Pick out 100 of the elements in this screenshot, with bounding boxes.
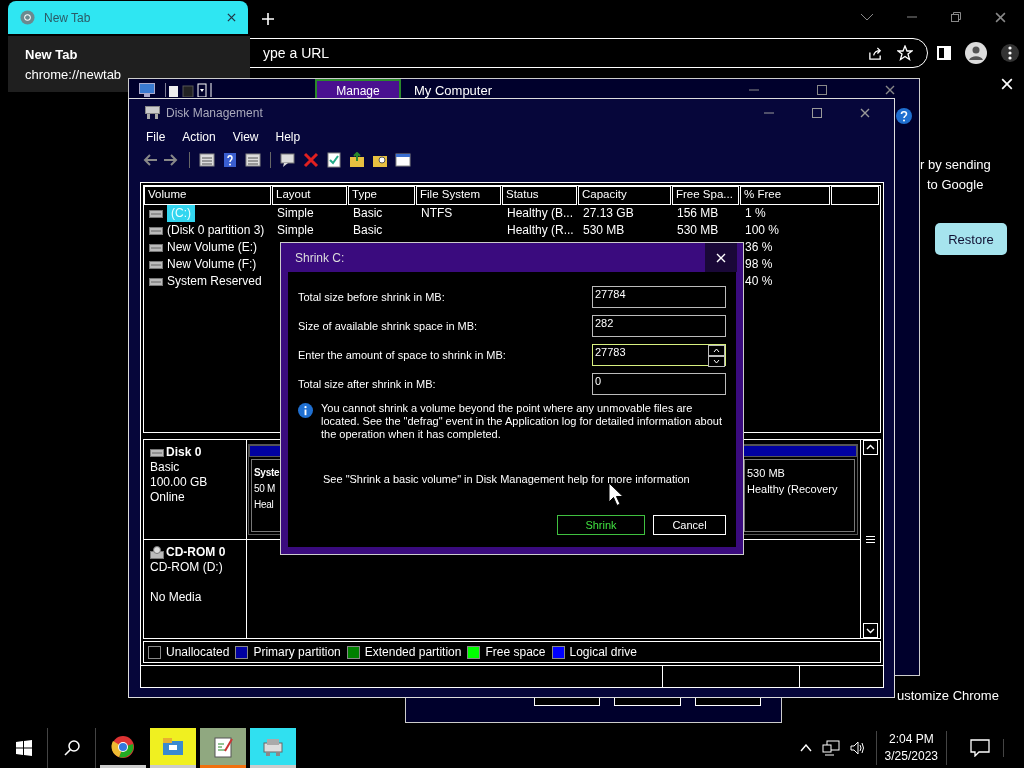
- maximize-icon[interactable]: [817, 85, 827, 95]
- notification-icon[interactable]: [970, 739, 990, 757]
- close-button[interactable]: [705, 243, 737, 272]
- chrome-icon[interactable]: [111, 734, 135, 759]
- column-header[interactable]: Status: [502, 186, 577, 205]
- notepad-icon[interactable]: [211, 734, 235, 759]
- chevron-up-icon[interactable]: [799, 744, 812, 752]
- list-icon[interactable]: [245, 152, 261, 168]
- drive-name[interactable]: (Disk 0 partition 3): [167, 222, 265, 239]
- partition-info: 50 M: [254, 481, 276, 496]
- disk-status: Online: [150, 489, 186, 505]
- list-icon[interactable]: [199, 152, 215, 168]
- customize-link[interactable]: ustomize Chrome: [897, 688, 999, 703]
- share-icon[interactable]: [868, 45, 883, 61]
- column-header[interactable]: % Free: [740, 186, 830, 205]
- dialog-button[interactable]: Shrink: [557, 515, 645, 535]
- time-text: 2:04 PM: [887, 731, 935, 748]
- column-header[interactable]: File System: [416, 186, 501, 205]
- drive-name[interactable]: New Volume (F:): [167, 256, 257, 273]
- menu-icon[interactable]: [1001, 44, 1019, 62]
- dialog-button[interactable]: [614, 697, 681, 706]
- close-icon[interactable]: [995, 11, 1006, 23]
- partition[interactable]: 530 MB Healthy (Recovery: [741, 443, 858, 535]
- input-field[interactable]: 0: [592, 372, 726, 395]
- chevron-down-icon[interactable]: [861, 13, 873, 21]
- drive-icon: [149, 260, 163, 269]
- table-cell-text: Simple: [276, 205, 315, 222]
- scroll-up-icon[interactable]: [863, 439, 878, 455]
- folder-icon[interactable]: [349, 152, 365, 168]
- table-cell-text: 36 %: [744, 239, 774, 256]
- field-label: Size of available shrink space in MB:: [298, 319, 479, 332]
- table-cell-text: 100 %: [744, 222, 781, 239]
- input-field[interactable]: 282: [592, 314, 726, 337]
- speaker-icon[interactable]: [849, 740, 866, 756]
- date-text: 3/25/2023: [884, 748, 938, 765]
- close-icon[interactable]: [860, 107, 870, 118]
- dialog-button[interactable]: Cancel: [653, 515, 726, 535]
- network-icon[interactable]: [821, 740, 840, 756]
- column-header[interactable]: Volume: [144, 186, 271, 205]
- table-cell-text: Basic: [352, 222, 384, 239]
- field-label: Total size after shrink in MB:: [298, 377, 437, 390]
- windows-logo-icon[interactable]: [15, 740, 32, 756]
- star-icon[interactable]: [897, 45, 913, 61]
- column-header[interactable]: [831, 186, 879, 205]
- table-cell-text: 156 MB: [676, 205, 720, 222]
- delete-icon[interactable]: [303, 152, 319, 168]
- partition-info: Syste: [254, 465, 280, 480]
- chrome-logo-icon: [20, 10, 35, 25]
- disk-management-icon: [145, 106, 160, 119]
- check-icon[interactable]: [326, 152, 342, 168]
- column-header[interactable]: Free Spa...: [672, 186, 739, 205]
- restore-icon[interactable]: [951, 12, 961, 22]
- manage-button[interactable]: Manage: [315, 79, 401, 98]
- menu-item[interactable]: View: [232, 130, 259, 144]
- scrollbar[interactable]: [860, 439, 880, 639]
- legend-label: Unallocated: [166, 645, 230, 660]
- maximize-icon[interactable]: [812, 107, 822, 118]
- search-icon[interactable]: [63, 740, 80, 756]
- comment-icon[interactable]: [280, 152, 296, 168]
- help-icon[interactable]: [896, 108, 912, 124]
- table-cell-text: NTFS: [420, 205, 454, 222]
- drive-icon: [149, 243, 163, 252]
- menu-item[interactable]: Action: [182, 130, 216, 144]
- profile-icon[interactable]: [965, 42, 987, 64]
- help-text: See "Shrink a basic volume" in Disk Management help for more information: [323, 473, 691, 485]
- input-field[interactable]: 27784: [592, 285, 726, 308]
- page-text: r by sending: [920, 156, 991, 174]
- legend-label: Primary partition: [253, 645, 341, 660]
- disk-info: 100.00 GB: [150, 474, 209, 490]
- window-title: My Computer: [414, 82, 493, 98]
- close-icon[interactable]: [227, 13, 236, 22]
- page-text: to Google: [927, 176, 985, 194]
- new-tab-icon[interactable]: [262, 13, 274, 25]
- column-header[interactable]: Type: [348, 186, 415, 205]
- window-title: Disk Management: [166, 105, 263, 120]
- table-cell-text: 530 MB: [676, 222, 720, 239]
- table-cell-text: 40 %: [744, 273, 774, 290]
- tooltip-url: chrome://newtab: [25, 67, 122, 82]
- back-arrow-icon[interactable]: [141, 152, 157, 168]
- restore-button[interactable]: Restore: [935, 223, 1007, 255]
- disk-info: CD-ROM (D:): [150, 559, 224, 575]
- drive-icon: [149, 277, 163, 286]
- side-panel-icon[interactable]: [937, 46, 951, 60]
- menu-item[interactable]: Help: [275, 130, 301, 144]
- column-header[interactable]: Capacity: [578, 186, 671, 205]
- window-icon[interactable]: [395, 152, 411, 168]
- disk-name: Disk 0: [166, 444, 202, 460]
- forward-arrow-icon[interactable]: [164, 152, 180, 168]
- drive-name[interactable]: New Volume (E:): [167, 239, 258, 256]
- scroll-down-icon[interactable]: [863, 623, 878, 639]
- browser-tab[interactable]: New Tab: [8, 1, 248, 34]
- drive-name[interactable]: System Reserved: [167, 273, 262, 290]
- column-header[interactable]: Layout: [272, 186, 347, 205]
- menu-item[interactable]: File: [146, 130, 166, 144]
- number-spinner[interactable]: 27783: [592, 343, 726, 366]
- clock[interactable]: 2:04 PM 3/25/2023: [875, 731, 947, 765]
- partition-info: Heal: [254, 497, 274, 512]
- legend-label: Logical drive: [569, 645, 637, 660]
- partition-info: Healthy (Recovery: [747, 481, 838, 497]
- help-icon[interactable]: [222, 152, 238, 168]
